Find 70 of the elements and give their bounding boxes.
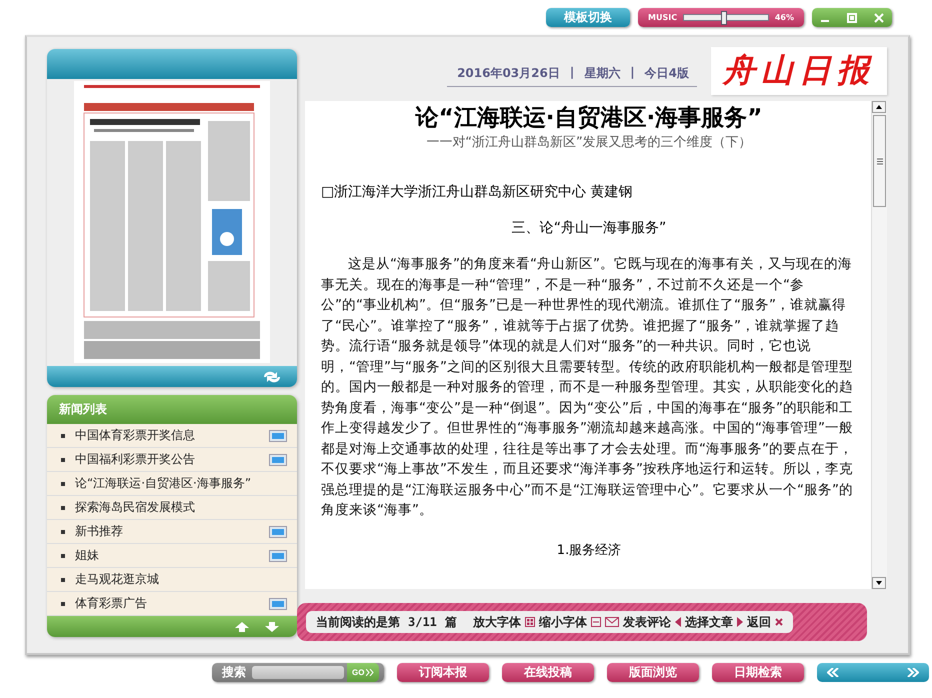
news-title: 走马观花逛京城 (75, 571, 160, 588)
envelope-icon[interactable] (604, 617, 619, 627)
bullet-icon (61, 602, 65, 606)
maximize-icon[interactable] (846, 12, 857, 22)
news-title: 中国体育彩票开奖信息 (75, 427, 196, 444)
date-line-text: 2016年03月26日 (457, 65, 560, 82)
news-title: 论“江海联运·自贸港区·海事服务” (75, 475, 252, 492)
news-title: 探索海岛民宿发展模式 (75, 499, 196, 516)
news-list-title: 新闻列表 (59, 401, 107, 418)
choose-article-link[interactable]: 选择文章 (684, 614, 733, 630)
article-title: 论“江海联运·自贸港区·海事服务” (414, 104, 764, 133)
news-title: 姐妹 (75, 547, 100, 564)
subsection-heading: 1.服务经济 (556, 542, 622, 558)
grip-icon (876, 158, 882, 164)
left-caret-icon[interactable] (674, 617, 681, 627)
article-subtitle: 一一对“浙江舟山群岛新区”发展又思考的三个维度（下） (425, 134, 753, 151)
news-title: 中国福利彩票开奖公告 (75, 451, 196, 468)
bullet-icon (61, 434, 65, 438)
article-unit: 篇 (444, 614, 457, 630)
news-title: 新书推荐 (75, 523, 124, 540)
volume-reading: 46% (774, 13, 794, 22)
post-comment-link[interactable]: 发表评论 (622, 614, 671, 630)
slider-thumb[interactable] (720, 11, 727, 25)
right-caret-icon[interactable] (736, 617, 743, 627)
news-list-item[interactable]: 探索海岛民宿发展模式 (47, 496, 297, 520)
nav-button[interactable]: 订阅本报 (397, 663, 489, 682)
news-list-item[interactable]: 论“江海联运·自贸港区·海事服务” (47, 472, 297, 496)
next-icon[interactable] (907, 668, 919, 677)
section-heading: 三、论“舟山一海事服务” (510, 219, 668, 237)
scroll-down-icon[interactable] (872, 577, 886, 589)
article-position: 3/11 (407, 615, 438, 629)
news-title: 体育彩票广告 (75, 595, 148, 612)
previous-icon[interactable] (827, 668, 839, 677)
scroll-thumb[interactable] (873, 115, 886, 207)
nav-button[interactable]: 版面浏览 (607, 663, 699, 682)
bullet-icon (61, 506, 65, 510)
down-arrow-icon[interactable] (265, 622, 279, 632)
music-label: MUSIC (648, 13, 678, 22)
article-byline: □浙江海洋大学浙江舟山群岛新区研究中心 黄建钢 (321, 183, 634, 201)
news-list-item[interactable]: 姐妹 (47, 544, 297, 568)
news-list-item[interactable]: 走马观花逛京城 (47, 568, 297, 592)
newspaper-logo: 舟山日报 (711, 47, 887, 95)
news-list-item[interactable]: 新书推荐 (47, 520, 297, 544)
double-chevron-icon (366, 669, 374, 676)
nav-button[interactable]: 在线投稿 (502, 663, 594, 682)
scrollbar[interactable] (871, 101, 887, 589)
nav-button[interactable]: 日期检索 (712, 663, 804, 682)
date-line-text: 星期六 (584, 65, 620, 82)
date-line-text: 今日4版 (644, 65, 689, 82)
enlarge-font-link[interactable]: 放大字体 (472, 614, 521, 630)
separator: | (570, 65, 574, 81)
close-icon[interactable] (774, 618, 783, 626)
back-link[interactable]: 返回 (746, 614, 771, 630)
shrink-font-link[interactable]: 缩小字体 (538, 614, 587, 630)
bullet-icon (61, 458, 65, 462)
scroll-up-icon[interactable] (872, 101, 886, 113)
plus-box-icon[interactable] (524, 617, 535, 627)
minus-box-icon[interactable] (590, 617, 601, 627)
separator: | (630, 65, 635, 81)
search-label: 搜索 (222, 664, 246, 681)
bullet-icon (61, 578, 65, 582)
bullet-icon (61, 530, 65, 534)
article-paragraph: 这是从“海事服务”的角度来看“舟山新区”。它既与现在的海事有关，又与现在的海事无关。现在的海事是一种“管理”，不是一种“服务”，不过前不久还是一个“参公”的“事业机构”。但“服务”已是一种世界性的现代潮流。谁抓住了“服务”，谁就赢得了“民心”。谁掌控了“服务”，谁就等于占据了优势。谁把握了“服务”，谁就掌握了趋势。流行语“服务就是领导”体现的就是人们对“服务”的一种共识。同时，它也说明，“管理”与“服务”之间的区别很大且需要转型。传统的政府职能机构一般都是管理型的。国内一般都是一种对服务的管理，而不是一种服务型管理。其实，从职能变化的趋势角度看，海事“变公”是一种“倒退”。因为“变公”后，中国的海事在“服务”的职能和工作上变得越发少了。但世界性的“海事服务”潮流却越来越高涨。中国的“海事管理”一般都是对海上交通事故的处理，往往是等出事了才会去处理。而“海事服务”的要点在于，不仅要求“海上事故”不发生，而且还要求“海洋事务”按秩序地运行和运转。所以，李克强总理提的是“江海联运服务中心”而不是“江海联运管理中心”。它要求从一个“服务”的角度来谈“海事”。 (321, 255, 854, 520)
news-list-item[interactable]: 中国福利彩票开奖公告 (47, 448, 297, 472)
up-arrow-icon[interactable] (235, 622, 249, 632)
search-field[interactable] (252, 666, 344, 679)
bullet-icon (61, 554, 65, 558)
news-list-item[interactable]: 中国体育彩票开奖信息 (47, 424, 297, 448)
bullet-icon (61, 482, 65, 486)
reading-status-label: 当前阅读的是第 (316, 614, 400, 630)
